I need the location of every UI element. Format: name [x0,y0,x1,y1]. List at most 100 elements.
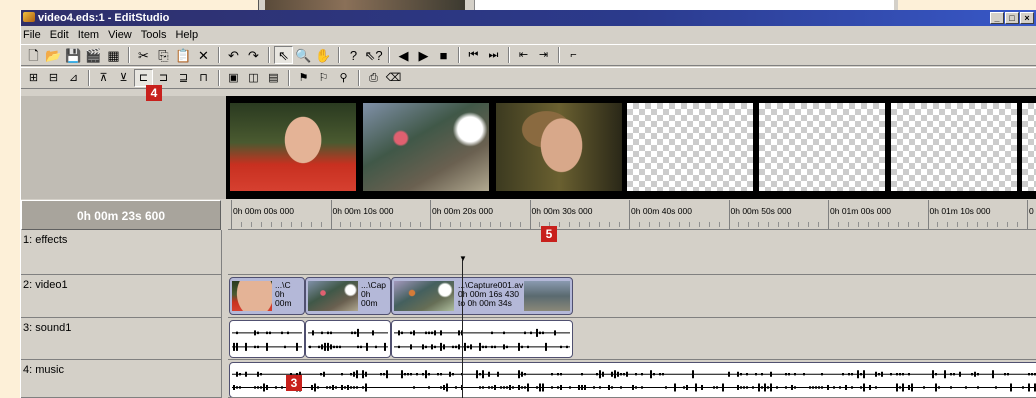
thumbnail-empty[interactable] [1022,103,1036,191]
track-label-effects[interactable]: 1: effects [21,230,221,275]
step-back-icon[interactable]: ⏮ [464,46,483,64]
menu-help[interactable]: Help [175,29,198,41]
clear-icon[interactable]: ⌫ [384,69,403,87]
ruler-minor-tick [459,222,461,227]
track-label-music[interactable]: 4: music [21,360,221,398]
menu-file[interactable]: File [23,29,41,41]
ruler-minor-tick [768,222,770,227]
background-window [258,0,898,10]
playhead-marker[interactable]: ▼ [459,254,467,263]
ruler-minor-tick [718,222,720,227]
title-bar[interactable]: video4.eds:1 - EditStudio _ □ × [21,10,1036,26]
video-clip[interactable]: ...\Cap 0h 00m [305,277,391,315]
marker-icon[interactable]: ⌐ [564,46,583,64]
ruler-label: 0h 00m 40s 000 [631,206,692,216]
split-icon[interactable]: ⊞ [24,69,43,87]
close-button[interactable]: × [1020,12,1034,24]
ruler-minor-tick [638,222,640,227]
ruler-minor-tick [917,222,919,227]
layers-icon[interactable]: ◫ [244,69,263,87]
menu-edit[interactable]: Edit [50,29,69,41]
playhead-line[interactable] [462,260,463,398]
ruler-tick [828,200,829,229]
menu-item[interactable]: Item [78,29,99,41]
video-clip[interactable]: ...\C 0h 00m [229,277,305,315]
ruler-minor-tick [439,222,441,227]
properties-icon[interactable]: ▣ [224,69,243,87]
music-track[interactable] [228,360,1036,398]
paste-icon[interactable]: 📋 [174,46,193,64]
ruler-label: 0 [1029,206,1034,216]
track-label-sound1[interactable]: 3: sound1 [21,318,221,360]
thumbnail[interactable] [363,103,489,191]
zoom-icon[interactable]: 🔍 [294,46,313,64]
track-down-icon[interactable]: ⊻ [114,69,133,87]
ruler-minor-tick [967,222,969,227]
toolbar-separator [218,47,220,63]
music-clip[interactable] [229,362,1036,397]
ruler-label: 0h 00m 50s 000 [730,206,792,216]
time-ruler[interactable]: 0h 00m 00s 000 0h 00m 10s 000 0h 00m 20s 0… [228,200,1036,230]
ruler-minor-tick [658,222,660,227]
new-icon[interactable]: 🗋 [24,46,43,64]
help-icon[interactable]: ? [344,46,363,64]
minimize-button[interactable]: _ [990,12,1004,24]
play-icon[interactable]: ▶ [414,46,433,64]
video1-track[interactable]: ...\C 0h 00m ...\Cap 0h 00m ...\Capture0… [228,275,1036,318]
undo-icon[interactable]: ↶ [224,46,243,64]
play-reverse-icon[interactable]: ◀ [394,46,413,64]
fade-icon[interactable]: ⊿ [64,69,83,87]
audio-clip[interactable] [305,320,391,358]
thumbnail-empty[interactable] [891,103,1017,191]
audio-clip[interactable] [229,320,305,358]
open-icon[interactable]: 📂 [44,46,63,64]
effects-track[interactable] [228,230,1036,275]
cut-icon[interactable]: ✂ [134,46,153,64]
ruler-minor-tick [350,222,352,227]
pointer-icon[interactable]: ⇖ [274,46,293,64]
ruler-tick [529,200,531,229]
next-edit-icon[interactable]: ⇥ [534,46,553,64]
thumbnail[interactable] [230,103,356,191]
ruler-minor-tick [559,222,561,227]
menu-view[interactable]: View [108,29,132,41]
toolbar-separator [88,70,90,86]
save-icon[interactable]: 💾 [64,46,83,64]
prev-edit-icon[interactable]: ⇤ [514,46,533,64]
clip-icon[interactable]: 🎬 [84,46,103,64]
menu-tools[interactable]: Tools [141,29,167,41]
toolbar-separator [358,70,360,86]
thumbnail[interactable] [496,103,622,191]
export-icon[interactable]: ⎙ [364,69,383,87]
marker-in-icon[interactable]: ⚑ [294,69,313,87]
delete-icon[interactable]: ✕ [194,46,213,64]
join-icon[interactable]: ⊟ [44,69,63,87]
append-clip-icon[interactable]: ⊒ [174,69,193,87]
editstudio-window: video4.eds:1 - EditStudio _ □ × File Edi… [20,10,1036,398]
group-icon[interactable]: ▤ [264,69,283,87]
render-icon[interactable]: ▦ [104,46,123,64]
copy-icon[interactable]: ⎘ [154,46,173,64]
stop-icon[interactable]: ■ [434,46,453,64]
ruler-minor-tick [250,222,252,227]
replace-clip-icon[interactable]: ⊓ [194,69,213,87]
video-clip[interactable]: ...\Capture001.av 0h 00m 16s 430 to 0h 0… [391,277,573,315]
ruler-minor-tick [688,222,690,227]
track-splitter[interactable] [221,230,228,398]
maximize-button[interactable]: □ [1005,12,1019,24]
ruler-tick [231,200,232,229]
ruler-minor-tick [420,222,422,227]
context-help-icon[interactable]: ⇖? [364,46,383,64]
ruler-minor-tick [569,222,571,227]
redo-icon[interactable]: ↷ [244,46,263,64]
track-label-video1[interactable]: 2: video1 [21,275,221,318]
thumbnail-empty[interactable] [759,103,885,191]
step-forward-icon[interactable]: ⏭ [484,46,503,64]
marker-set-icon[interactable]: ⚲ [334,69,353,87]
track-up-icon[interactable]: ⊼ [94,69,113,87]
marker-out-icon[interactable]: ⚐ [314,69,333,87]
audio-clip[interactable] [391,320,573,358]
sound1-track[interactable] [228,318,1036,360]
thumbnail-empty[interactable] [627,103,753,191]
hand-icon[interactable]: ✋ [314,46,333,64]
